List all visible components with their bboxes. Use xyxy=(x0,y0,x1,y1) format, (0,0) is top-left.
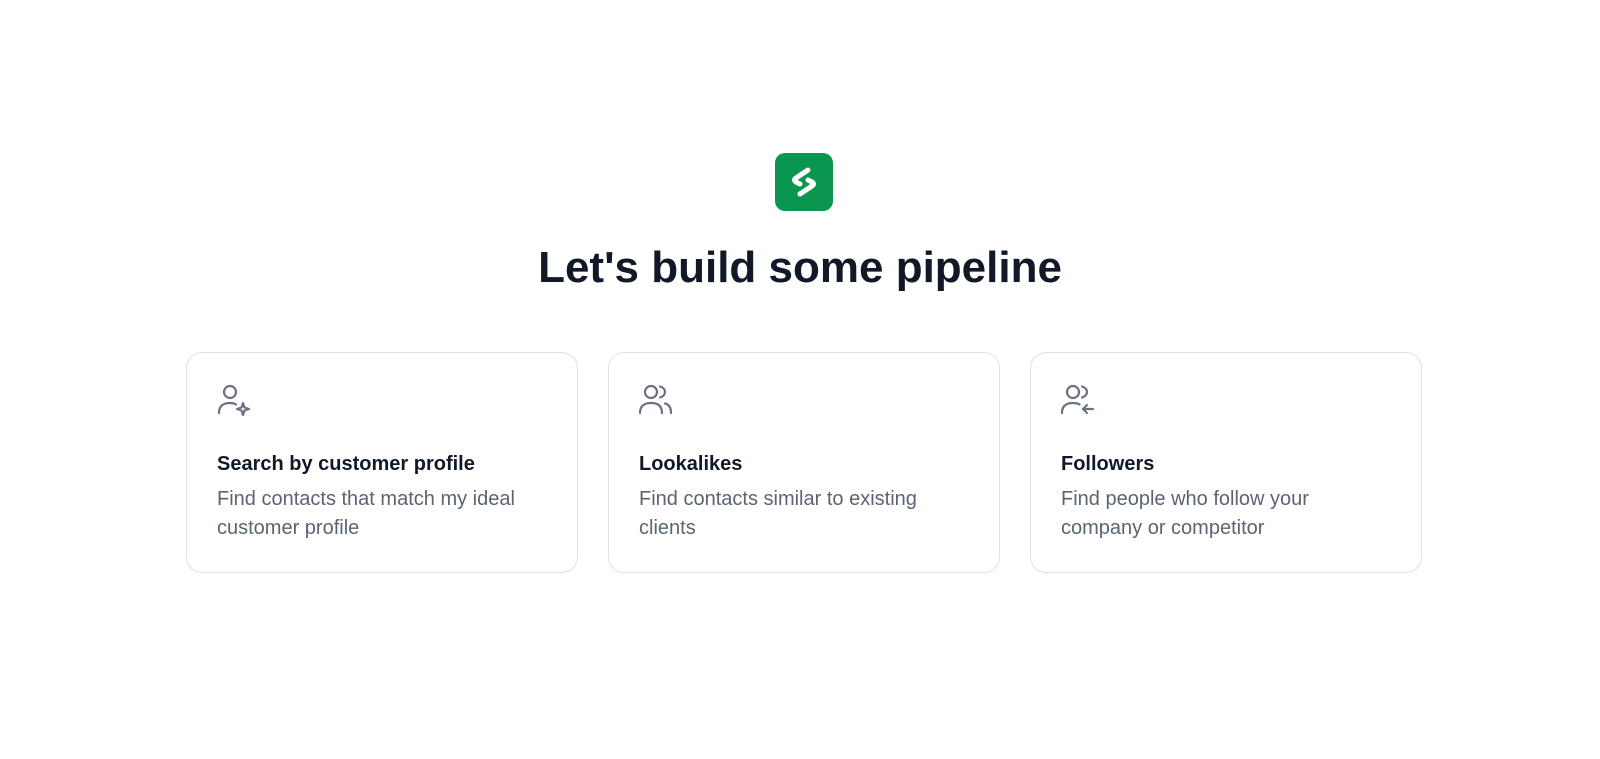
card-description: Find contacts similar to existing client… xyxy=(639,488,917,539)
card-description: Find people who follow your company or c… xyxy=(1061,488,1309,539)
page-title: Let's build some pipeline xyxy=(538,243,1062,292)
card-followers[interactable]: Followers Find people who follow your co… xyxy=(1030,352,1422,573)
page: Let's build some pipeline Search by cust… xyxy=(0,0,1600,759)
user-sparkle-icon xyxy=(217,384,251,417)
brand-logo xyxy=(775,153,833,211)
option-cards: Search by customer profile Find contacts… xyxy=(186,352,1422,573)
card-title: Followers xyxy=(1061,453,1155,475)
card-lookalikes[interactable]: Lookalikes Find contacts similar to exis… xyxy=(608,352,1000,573)
card-title: Lookalikes xyxy=(639,453,743,475)
users-icon xyxy=(639,384,673,415)
user-follow-icon xyxy=(1061,384,1095,415)
brand-logo-icon xyxy=(792,167,816,197)
card-search-by-customer-profile[interactable]: Search by customer profile Find contacts… xyxy=(186,352,578,573)
card-description: Find contacts that match my ideal custom… xyxy=(217,488,515,539)
card-title: Search by customer profile xyxy=(217,453,475,475)
